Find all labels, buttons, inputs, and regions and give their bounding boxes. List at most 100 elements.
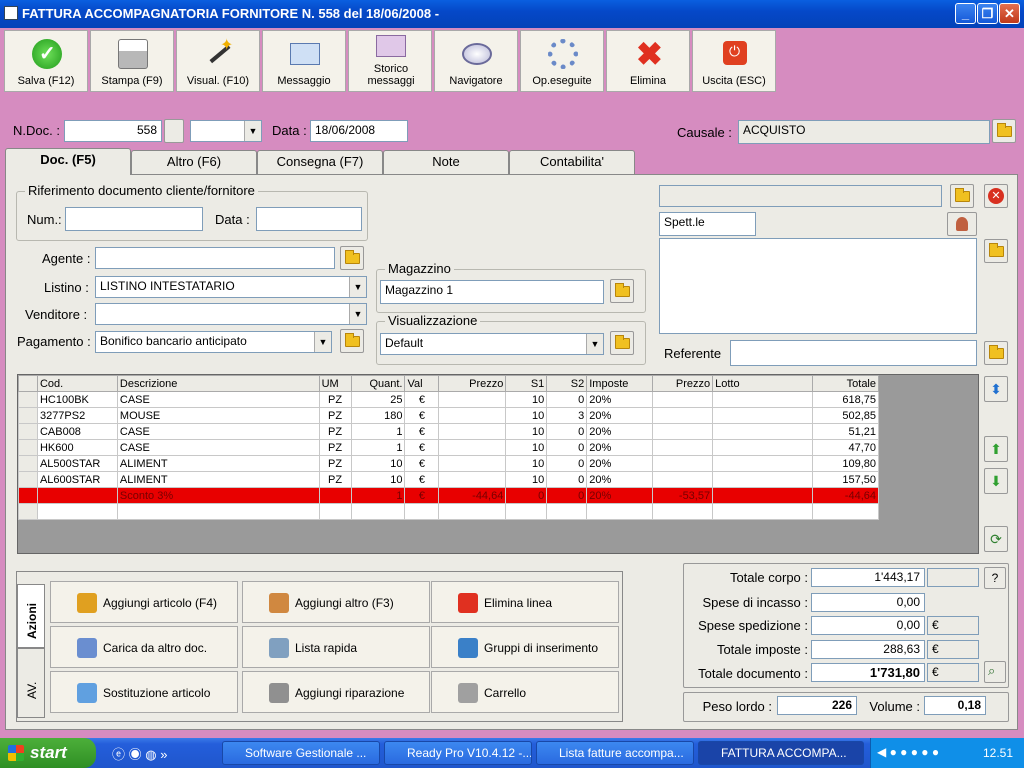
message-button[interactable]: Messaggio [262,30,346,92]
table-cell[interactable] [652,407,714,424]
table-cell[interactable]: € [404,391,440,408]
table-cell[interactable]: PZ [318,407,352,424]
table-cell[interactable]: € [404,455,440,472]
table-cell[interactable]: CASE [116,439,320,456]
table-cell[interactable] [18,503,38,520]
table-cell[interactable] [652,423,714,440]
spese-incasso-value[interactable]: 0,00 [811,593,925,612]
table-cell[interactable]: € [404,423,440,440]
table-cell[interactable]: 1 [350,487,406,504]
table-cell[interactable]: HC100BK [36,391,118,408]
table-cell[interactable]: ALIMENT [116,471,320,488]
row-selector[interactable] [18,391,38,408]
refresh-rows-button[interactable]: ⟳ [984,526,1008,552]
pagamento-select[interactable]: Bonifico bancario anticipato ▼ [95,331,332,353]
table-cell[interactable]: 109,80 [811,455,880,472]
date-input[interactable]: 18/06/2008 [310,120,408,142]
table-cell[interactable] [712,471,813,488]
table-row[interactable]: AL500STAR ALIMENT PZ 10 €10 0 20% 109,80 [18,455,880,472]
tab-azioni[interactable]: Azioni [17,584,45,648]
table-cell[interactable]: 618,75 [811,391,880,408]
add-other-button[interactable]: Aggiungi altro (F3) [242,581,430,623]
table-cell[interactable]: 47,70 [811,439,880,456]
firefox-icon[interactable]: ◉ [129,747,142,762]
table-cell[interactable]: 10 [350,455,406,472]
maximize-button[interactable]: ❐ [977,3,998,24]
quick-list-button[interactable]: Lista rapida [242,626,430,668]
contact-button[interactable] [947,212,977,236]
task-software-gestionale[interactable]: Software Gestionale ... [222,741,380,765]
exit-button[interactable]: ⏻ Uscita (ESC) [692,30,776,92]
col-s2[interactable]: S2 [546,375,588,392]
table-cell[interactable] [438,391,507,408]
table-cell[interactable]: 10 [505,407,548,424]
col-descrizione[interactable]: Descrizione [116,375,320,392]
table-cell[interactable]: AL600STAR [36,471,118,488]
warehouse-browse-button[interactable] [610,279,634,303]
spett-field[interactable]: Spett.le [659,212,756,236]
tab-contabilita[interactable]: Contabilita' [509,150,635,174]
ref-date-input[interactable] [256,207,362,231]
table-cell[interactable]: 1 [350,439,406,456]
table-cell[interactable]: 51,21 [811,423,880,440]
replace-article-button[interactable]: Sostituzione articolo [50,671,238,713]
ndoc-series-select[interactable]: ▼ [190,120,262,142]
zoom-totals-button[interactable]: ⌕ [984,661,1006,683]
table-cell[interactable]: Sconto 3% [116,487,320,504]
table-cell[interactable] [438,407,507,424]
col-quant[interactable]: Quant. [350,375,406,392]
table-cell[interactable]: -44,64 [811,487,880,504]
table-cell[interactable] [438,455,507,472]
table-cell[interactable]: 20% [586,439,654,456]
warehouse-input[interactable]: Magazzino 1 [380,280,604,304]
supplier-clear-button[interactable]: ✕ [984,184,1008,208]
table-cell[interactable]: 3277PS2 [36,407,118,424]
table-cell[interactable]: 10 [505,455,548,472]
table-cell[interactable]: € [404,487,440,504]
agente-browse-button[interactable] [340,246,364,270]
delete-button[interactable]: ✖ Elimina [606,30,690,92]
row-selector[interactable] [18,407,38,424]
table-cell[interactable]: 20% [586,423,654,440]
table-cell[interactable] [36,503,118,520]
preview-button[interactable]: ✦ Visual. (F10) [176,30,260,92]
discount-row[interactable]: Sconto 3% 1 € -44,64 0 0 20% -53,57 -44,64 [18,487,880,504]
causale-browse-button[interactable] [992,119,1016,143]
view-select[interactable]: Default ▼ [380,333,604,355]
col-prezzo[interactable]: Prezzo [438,375,507,392]
supplier-browse-button[interactable] [950,184,974,208]
operations-button[interactable]: Op.eseguite [520,30,604,92]
minimize-button[interactable]: _ [955,3,976,24]
add-article-button[interactable]: Aggiungi articolo (F4) [50,581,238,623]
referente-input[interactable] [730,340,977,366]
table-row[interactable]: AL600STAR ALIMENT PZ 10 €10 0 20% 157,50 [18,471,880,488]
ie-icon[interactable]: ⓔ [112,747,125,762]
ndoc-suffix-button[interactable] [164,119,184,143]
table-cell[interactable]: 0 [546,471,588,488]
table-cell[interactable]: 0 [546,423,588,440]
tab-doc[interactable]: Doc. (F5) [5,148,131,175]
col-s1[interactable]: S1 [505,375,548,392]
table-cell[interactable]: PZ [318,471,352,488]
tab-consegna[interactable]: Consegna (F7) [257,150,383,174]
table-cell[interactable]: -44,64 [438,487,507,504]
table-cell[interactable] [712,503,813,520]
load-from-doc-button[interactable]: Carica da altro doc. [50,626,238,668]
table-cell[interactable] [652,439,714,456]
supplier-name-field[interactable] [659,185,942,207]
referente-browse-button[interactable] [984,341,1008,365]
col-um[interactable]: UM [318,375,352,392]
col-prezzo-ivato[interactable]: Prezzo [652,375,714,392]
table-cell[interactable]: CAB008 [36,423,118,440]
table-cell[interactable] [36,487,118,504]
table-cell[interactable]: 10 [505,439,548,456]
col-imposte[interactable]: Imposte [586,375,654,392]
tab-av[interactable]: AV. [17,648,45,718]
table-cell[interactable]: 502,85 [811,407,880,424]
ref-num-input[interactable] [65,207,203,231]
table-row[interactable]: HC100BK CASE PZ 25 €10 0 20% 618,75 [18,391,880,408]
table-cell[interactable]: CASE [116,391,320,408]
agente-input[interactable] [95,247,335,269]
move-row-button[interactable]: ⬍ [984,376,1008,402]
insert-groups-button[interactable]: Gruppi di inserimento [431,626,619,668]
